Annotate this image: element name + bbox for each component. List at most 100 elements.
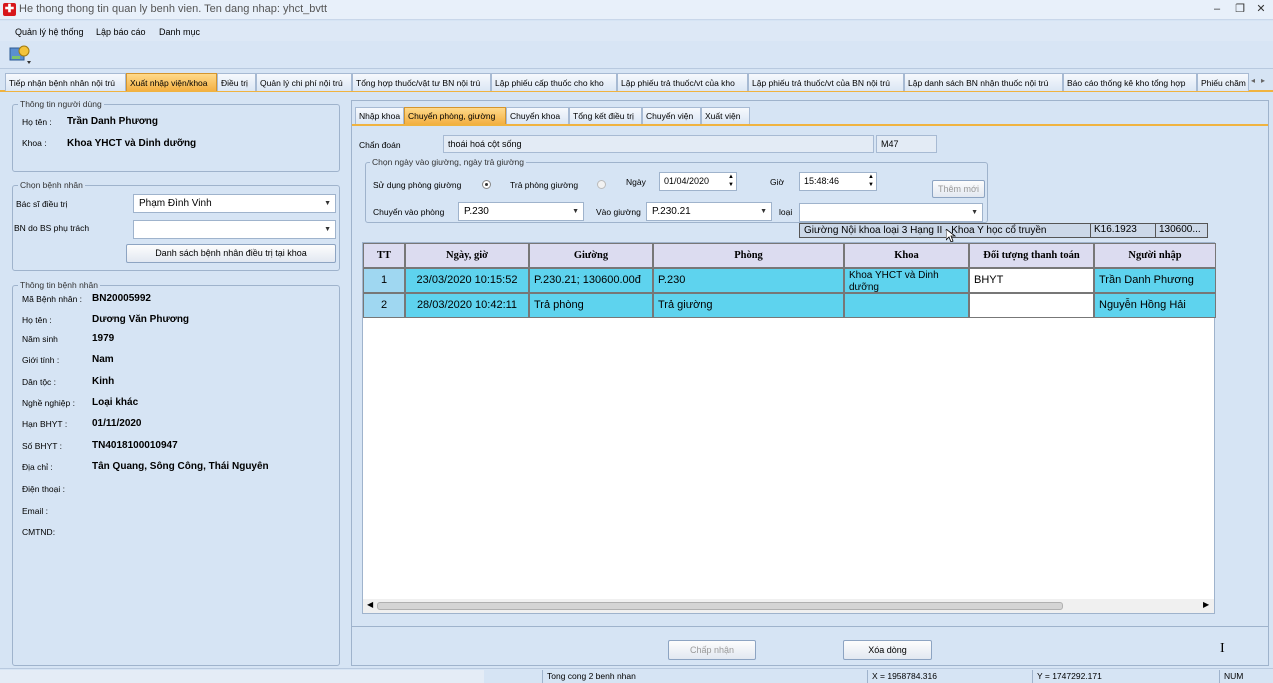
tab-bao-cao-kho[interactable]: Báo cáo thống kê kho tổng hợp bbox=[1063, 73, 1197, 91]
type-dropdown-list[interactable]: Giường Nội khoa loại 3 Hạng II - Khoa Y … bbox=[799, 223, 1208, 238]
menu-catalog[interactable]: Danh mục bbox=[159, 27, 200, 37]
type-select[interactable]: ▼ bbox=[799, 203, 983, 222]
patient-field-value: Tân Quang, Sông Công, Thái Nguyên bbox=[92, 461, 269, 472]
tab-tra-thuoc-bn[interactable]: Lập phiếu trả thuốc/vt của BN nội trú bbox=[748, 73, 904, 91]
subtab-tong-ket[interactable]: Tổng kết điều trị bbox=[569, 107, 642, 124]
date-label: Ngày bbox=[626, 177, 646, 187]
tab-scroll-right-icon[interactable]: ▸ bbox=[1261, 76, 1265, 85]
bed-label: Vào giường bbox=[596, 207, 641, 217]
patient-field-label: Email : bbox=[22, 506, 48, 516]
user-dept: Khoa YHCT và Dinh dưỡng bbox=[67, 138, 197, 149]
choose-patient-title: Chọn bệnh nhân bbox=[18, 180, 85, 190]
patient-field-label: Dân tộc : bbox=[22, 377, 57, 387]
patient-field-label: Năm sinh bbox=[22, 334, 58, 344]
chevron-down-icon: ▼ bbox=[572, 208, 579, 215]
scroll-left-icon[interactable]: ◀ bbox=[367, 600, 373, 609]
use-room-label: Sử dụng phòng giường bbox=[373, 180, 462, 190]
spin-icon[interactable]: ▲ ▼ bbox=[868, 173, 874, 189]
time-input[interactable]: 15:48:46 ▲ ▼ bbox=[799, 172, 877, 191]
grid-header-tt[interactable]: TT bbox=[363, 243, 405, 268]
toolbar bbox=[0, 41, 1273, 69]
restore-icon[interactable]: ❐ bbox=[1231, 2, 1249, 17]
table-row-cell[interactable]: P.230 bbox=[653, 268, 844, 293]
diagnosis-code-field[interactable]: M47 bbox=[876, 135, 937, 153]
subtab-chuyen-khoa[interactable]: Chuyển khoa bbox=[506, 107, 569, 124]
history-grid[interactable]: TT Ngày, giờ Giường Phòng Khoa Đối tượng… bbox=[362, 242, 1216, 614]
table-row-cell[interactable]: Trả giường bbox=[653, 293, 844, 318]
tab-chi-phi[interactable]: Quản lý chi phí nội trú bbox=[256, 73, 352, 91]
tab-dieu-tri[interactable]: Điều trị bbox=[217, 73, 256, 91]
patient-field-label: Điện thoại : bbox=[22, 484, 65, 494]
menu-reports[interactable]: Lập báo cáo bbox=[96, 27, 146, 37]
grid-header-room[interactable]: Phòng bbox=[653, 243, 844, 268]
tab-xuat-nhap-vien[interactable]: Xuất nhập viện/khoa bbox=[126, 73, 217, 91]
dropdown-item-name[interactable]: Giường Nội khoa loại 3 Hạng II - Khoa Y … bbox=[804, 225, 1046, 236]
tools-icon[interactable] bbox=[9, 44, 31, 64]
table-row-cell[interactable] bbox=[969, 293, 1094, 318]
tab-scroll-left-icon[interactable]: ◂ bbox=[1251, 76, 1255, 85]
patient-field-value: Loại khác bbox=[92, 397, 139, 408]
table-row-cell[interactable]: BHYT bbox=[969, 268, 1094, 293]
tab-tra-thuoc-kho[interactable]: Lập phiếu trả thuốc/vt của kho bbox=[617, 73, 748, 91]
grid-header-datetime[interactable]: Ngày, giờ bbox=[405, 243, 529, 268]
room-value: P.230 bbox=[464, 206, 489, 217]
accept-button[interactable]: Chấp nhận bbox=[668, 640, 756, 660]
table-row-cell[interactable]: Trả phòng bbox=[529, 293, 653, 318]
date-value: 01/04/2020 bbox=[664, 176, 710, 186]
grid-header-user[interactable]: Người nhập bbox=[1094, 243, 1216, 268]
patient-field-label: Họ tên : bbox=[22, 315, 52, 325]
date-input[interactable]: 01/04/2020 ▲ ▼ bbox=[659, 172, 737, 191]
table-row-cell[interactable]: 1 bbox=[363, 268, 405, 293]
patient-field-value: BN20005992 bbox=[92, 293, 151, 304]
patient-info-group bbox=[12, 285, 340, 666]
bs-label: BN do BS phụ trách bbox=[14, 223, 90, 233]
grid-header-dept[interactable]: Khoa bbox=[844, 243, 969, 268]
table-row-cell[interactable]: 23/03/2020 10:15:52 bbox=[405, 268, 529, 293]
grid-header-bed[interactable]: Giường bbox=[529, 243, 653, 268]
bs-select[interactable]: ▼ bbox=[133, 220, 336, 239]
user-name: Trần Danh Phương bbox=[67, 116, 159, 127]
tab-tong-hop-thuoc[interactable]: Tổng hợp thuốc/vật tư BN nội trú bbox=[352, 73, 491, 91]
use-room-radio[interactable] bbox=[482, 180, 491, 189]
subtab-xuat-vien[interactable]: Xuất viện bbox=[701, 107, 750, 124]
subtab-chuyen-vien[interactable]: Chuyển viện bbox=[642, 107, 701, 124]
doctor-select[interactable]: Phạm Đình Vinh ▼ bbox=[133, 194, 336, 213]
status-x: X = 1958784.316 bbox=[867, 670, 1032, 683]
scrollbar-thumb[interactable] bbox=[377, 602, 1063, 610]
scroll-right-icon[interactable]: ▶ bbox=[1203, 600, 1209, 609]
subtab-nhap-khoa[interactable]: Nhập khoa bbox=[355, 107, 404, 124]
patient-field-label: Số BHYT : bbox=[22, 441, 62, 451]
dropdown-item-code[interactable]: K16.1923 bbox=[1090, 224, 1137, 238]
status-y: Y = 1747292.171 bbox=[1032, 670, 1219, 683]
patient-field-value: Kinh bbox=[92, 376, 115, 387]
patient-list-button[interactable]: Danh sách bệnh nhân điều trị tại khoa bbox=[126, 244, 336, 263]
table-row-cell[interactable] bbox=[844, 293, 969, 318]
spin-icon[interactable]: ▲ ▼ bbox=[728, 173, 734, 189]
room-select[interactable]: P.230 ▼ bbox=[458, 202, 584, 221]
grid-header-payer[interactable]: Đối tượng thanh toán bbox=[969, 243, 1094, 268]
table-row-cell[interactable]: 28/03/2020 10:42:11 bbox=[405, 293, 529, 318]
type-label: loại bbox=[779, 207, 793, 217]
minimize-icon[interactable]: – bbox=[1208, 2, 1226, 17]
add-new-button[interactable]: Thêm mới bbox=[932, 180, 985, 198]
tab-tiep-nhan[interactable]: Tiếp nhận bệnh nhân nội trú bbox=[5, 73, 126, 91]
tab-danh-sach-bn[interactable]: Lập danh sách BN nhận thuốc nội trú bbox=[904, 73, 1063, 91]
return-room-radio[interactable] bbox=[597, 180, 606, 189]
menu-system[interactable]: Quản lý hệ thống bbox=[15, 27, 84, 37]
subtab-underline bbox=[352, 124, 1268, 126]
table-row-cell[interactable]: P.230.21; 130600.00đ bbox=[529, 268, 653, 293]
bed-select[interactable]: P.230.21 ▼ bbox=[646, 202, 772, 221]
diagnosis-field[interactable]: thoái hoá cột sống bbox=[443, 135, 874, 153]
table-row-cell[interactable]: Trần Danh Phương bbox=[1094, 268, 1216, 293]
table-row-cell[interactable]: 2 bbox=[363, 293, 405, 318]
delete-row-button[interactable]: Xóa dòng bbox=[843, 640, 932, 660]
table-row-cell[interactable]: Nguyễn Hồng Hải bbox=[1094, 293, 1216, 318]
close-icon[interactable]: ✕ bbox=[1252, 2, 1270, 17]
table-row-cell[interactable]: Khoa YHCT và Dinh dưỡng bbox=[844, 268, 969, 293]
horizontal-scrollbar[interactable]: ◀ ▶ bbox=[363, 599, 1214, 613]
dropdown-item-price[interactable]: 130600... bbox=[1155, 224, 1201, 238]
tab-phieu-cham[interactable]: Phiếu chăm bbox=[1197, 73, 1249, 91]
subtab-chuyen-phong[interactable]: Chuyển phòng, giường bbox=[404, 107, 506, 124]
user-dept-label: Khoa : bbox=[22, 138, 47, 148]
tab-cap-thuoc[interactable]: Lập phiếu cấp thuốc cho kho bbox=[491, 73, 617, 91]
